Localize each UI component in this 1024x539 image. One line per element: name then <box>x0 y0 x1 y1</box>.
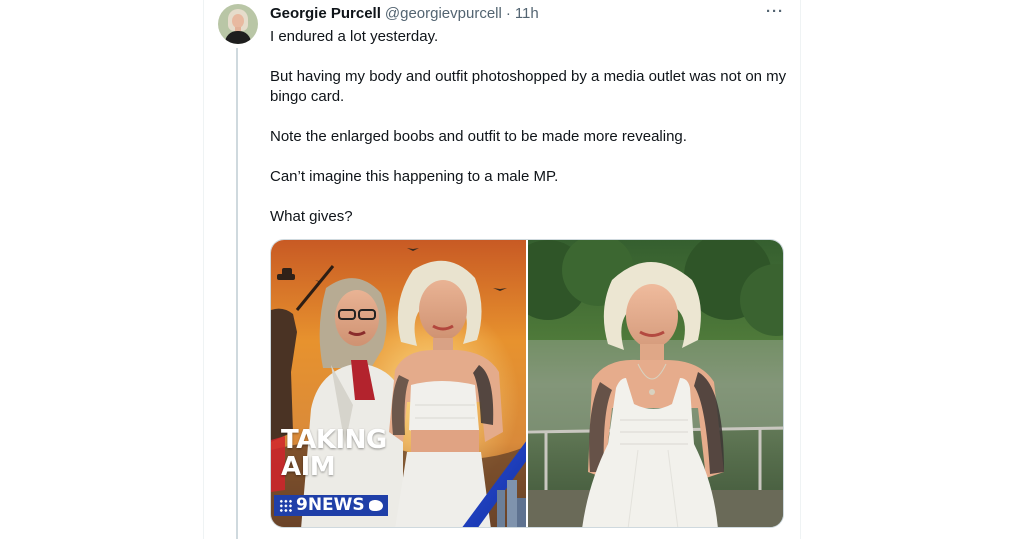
user-handle[interactable]: @georgievpurcell <box>385 5 502 22</box>
edited-photo-graphic <box>271 240 526 527</box>
original-photo-graphic <box>528 240 783 527</box>
overlay-title-line-2: AIM <box>281 452 336 482</box>
nine-news-dots-icon <box>279 498 293 513</box>
tweet-paragraph-5: What gives? <box>270 208 353 225</box>
tweet-text: I endured a lot yesterday. But having my… <box>270 27 792 227</box>
more-options-icon[interactable]: ··· <box>766 3 784 20</box>
nine-news-logo-text: 9NEWS <box>296 495 365 515</box>
display-name[interactable]: Georgie Purcell <box>270 5 381 22</box>
tweet-paragraph-4: Can’t imagine this happening to a male M… <box>270 168 559 185</box>
thread-line <box>236 48 238 539</box>
overlay-title: TAKING AIM <box>281 427 387 481</box>
tweet-header: Georgie Purcell @georgievpurcell · 11h ·… <box>270 0 792 27</box>
tweet-paragraph-2: But having my body and outfit photoshopp… <box>270 68 787 105</box>
overlay-title-line-1: TAKING <box>281 425 387 455</box>
timestamp[interactable]: 11h <box>515 5 539 22</box>
separator-dot: · <box>505 5 511 22</box>
avatar-body <box>225 31 251 44</box>
tweet-paragraph-3: Note the enlarged boobs and outfit to be… <box>270 128 687 145</box>
avatar-column <box>218 4 258 44</box>
tweet-paragraph-1: I endured a lot yesterday. <box>270 28 439 45</box>
avatar-face <box>232 14 244 28</box>
feed-right-border <box>800 0 801 539</box>
media-image-original[interactable] <box>528 240 783 527</box>
australia-map-icon <box>368 500 383 511</box>
tweet-media: TAKING AIM 9NEWS <box>270 239 784 528</box>
media-image-edited[interactable]: TAKING AIM 9NEWS <box>271 240 526 527</box>
nine-news-logo: 9NEWS <box>274 495 388 516</box>
tweet-content: Georgie Purcell @georgievpurcell · 11h ·… <box>270 0 792 227</box>
avatar[interactable] <box>218 4 258 44</box>
